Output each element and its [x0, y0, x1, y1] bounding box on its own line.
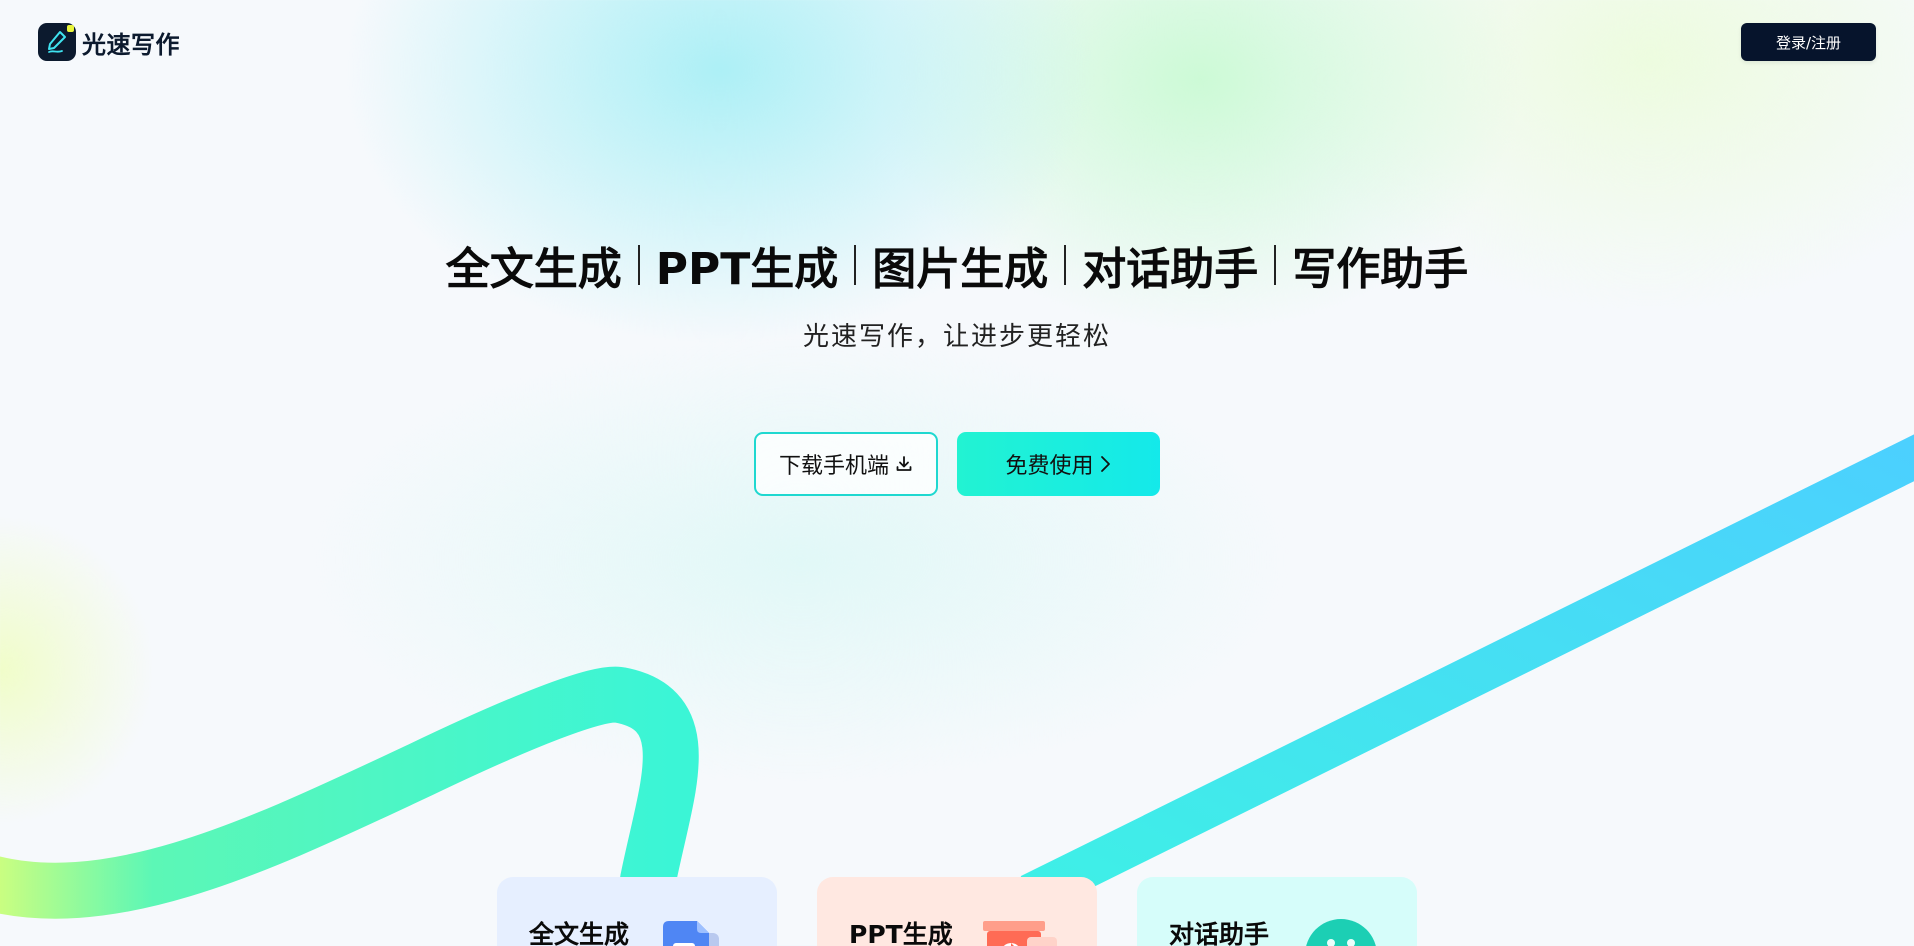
feature-ppt: PPT生成 — [655, 244, 839, 295]
chevron-right-icon — [1098, 454, 1112, 474]
feature-writing: 写作助手 — [1292, 244, 1469, 295]
hero-subtitle: 光速写作，让进步更轻松 — [802, 322, 1111, 352]
card-title: 全文生成 — [529, 920, 630, 946]
divider — [637, 245, 640, 285]
free-use-button[interactable]: 免费使用 — [957, 432, 1160, 496]
brand-name: 光速写作 — [82, 30, 180, 59]
download-mobile-button[interactable]: 下载手机端 — [754, 432, 938, 496]
logo-dot — [67, 25, 74, 32]
top-header: 光速写作 登录/注册 — [0, 0, 1914, 86]
divider — [1274, 245, 1277, 285]
card-title: 对话助手 — [1169, 920, 1270, 946]
feature-full-text: 全文生成 — [445, 244, 622, 295]
free-use-label: 免费使用 — [1005, 454, 1094, 479]
hero-feature-list: 全文生成 PPT生成 图片生成 对话助手 写作助手 — [0, 235, 1914, 295]
document-icon — [661, 919, 741, 946]
feature-image: 图片生成 — [872, 244, 1049, 295]
feature-card-chat[interactable]: 对话助手 — [1137, 877, 1417, 946]
login-register-button[interactable]: 登录/注册 — [1741, 23, 1876, 61]
pen-logo-icon — [38, 23, 76, 61]
presentation-icon — [981, 919, 1061, 946]
feature-chat: 对话助手 — [1082, 244, 1259, 295]
download-label: 下载手机端 — [778, 454, 889, 479]
feature-card-ppt[interactable]: PPT生成 — [817, 877, 1097, 946]
divider — [854, 245, 857, 285]
divider — [1064, 245, 1067, 285]
brand-logo[interactable]: 光速写作 — [38, 22, 180, 62]
chat-bot-icon — [1301, 919, 1381, 946]
feature-card-full-text[interactable]: 全文生成 — [497, 877, 777, 946]
card-title: PPT生成 — [849, 920, 953, 946]
download-icon — [895, 455, 913, 473]
